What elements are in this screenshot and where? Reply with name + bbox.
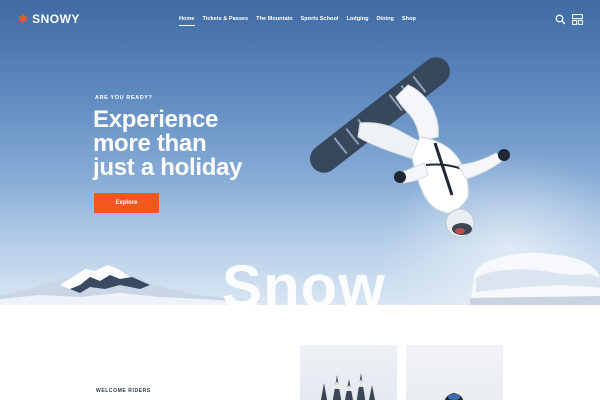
snowboarder-image — [310, 57, 510, 238]
rider-helmet-image — [444, 393, 464, 400]
headline-line: Experience — [93, 106, 219, 133]
nav-item-the-mountain[interactable]: The Mountain — [256, 15, 292, 23]
hero-eyebrow: ARE YOU READY? — [95, 95, 153, 101]
headline-line: more than — [93, 130, 207, 157]
nav-item-home[interactable]: Home — [179, 15, 195, 26]
snowy-trees-card[interactable] — [300, 345, 397, 400]
snow-cliff-image — [470, 252, 600, 305]
hero-section: Snow ✱ SNOWY Home Tickets & Passes The M… — [0, 0, 600, 305]
snowflake-icon: ✱ — [18, 12, 29, 26]
nav-item-lodging[interactable]: Lodging — [346, 15, 368, 23]
nav-item-dining[interactable]: Dining — [377, 15, 394, 23]
rider-helmet-card[interactable] — [406, 345, 503, 400]
nav-item-sports-school[interactable]: Sports School — [301, 15, 339, 23]
mountain-peaks-image — [0, 265, 260, 305]
nav-item-tickets-passes[interactable]: Tickets & Passes — [203, 15, 249, 23]
brand-logo[interactable]: ✱ SNOWY — [18, 12, 80, 26]
welcome-eyebrow: WELCOME RIDERS — [96, 388, 151, 394]
grid-menu-icon[interactable] — [572, 14, 583, 25]
main-nav: Home Tickets & Passes The Mountain Sport… — [179, 15, 416, 26]
explore-button[interactable]: Explore — [94, 193, 159, 213]
hero-watermark-text: Snow — [222, 253, 386, 306]
welcome-section: WELCOME RIDERS — [0, 305, 600, 400]
headline-line: just a holiday — [93, 154, 243, 181]
snowy-trees-image — [320, 373, 375, 400]
brand-name: SNOWY — [32, 12, 80, 26]
search-icon[interactable] — [555, 14, 566, 25]
nav-item-shop[interactable]: Shop — [402, 15, 416, 23]
hero-headline: Experience more than just a holiday — [93, 108, 293, 180]
